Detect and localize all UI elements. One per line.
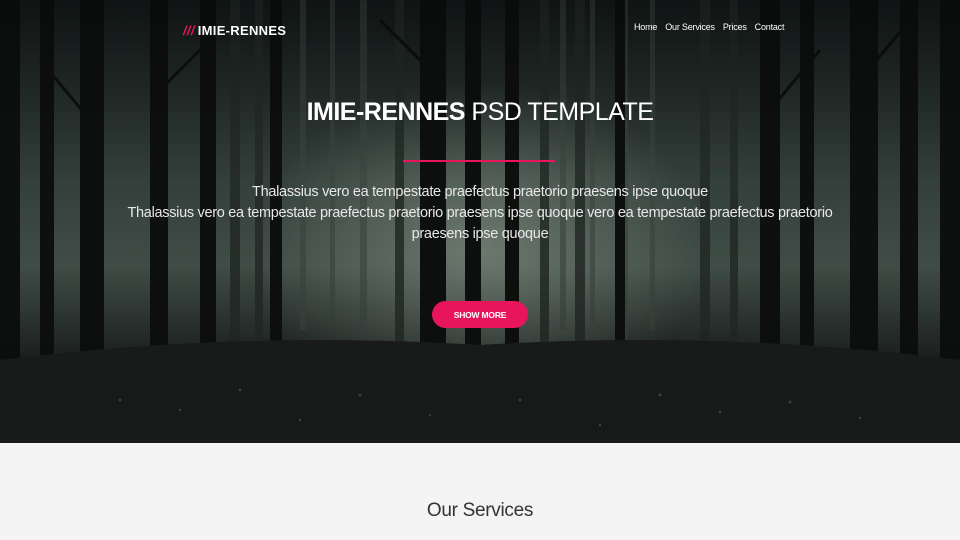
hero-description-line-2: Thalassius vero ea tempestate praefectus… (127, 205, 833, 242)
services-section: Our Services (0, 443, 960, 540)
nav-link-contact[interactable]: Contact (755, 22, 785, 32)
show-more-button[interactable]: SHOW MORE (432, 301, 528, 328)
hero-description: Thalassius vero ea tempestate praefectus… (100, 182, 860, 245)
nav-link-home[interactable]: Home (634, 22, 657, 32)
hero-description-line-1: Thalassius vero ea tempestate praefectus… (252, 184, 708, 200)
hero-title-light: PSD TEMPLATE (471, 98, 654, 126)
services-title: Our Services (426, 500, 534, 521)
hero-title-strong: IMIE-RENNES (306, 98, 466, 126)
logo[interactable]: /// IMIE-RENNES (183, 23, 286, 38)
hero-title: IMIE-RENNES PSD TEMPLATE (0, 98, 960, 127)
logo-mark-icon: /// (183, 23, 195, 38)
hero-divider (403, 160, 555, 162)
main-nav: Home Our Services Prices Contact (634, 22, 784, 32)
logo-text: IMIE-RENNES (197, 23, 287, 38)
hero-section: /// IMIE-RENNES Home Our Services Prices… (0, 0, 960, 443)
nav-link-prices[interactable]: Prices (723, 22, 747, 32)
nav-link-our-services[interactable]: Our Services (665, 22, 715, 32)
